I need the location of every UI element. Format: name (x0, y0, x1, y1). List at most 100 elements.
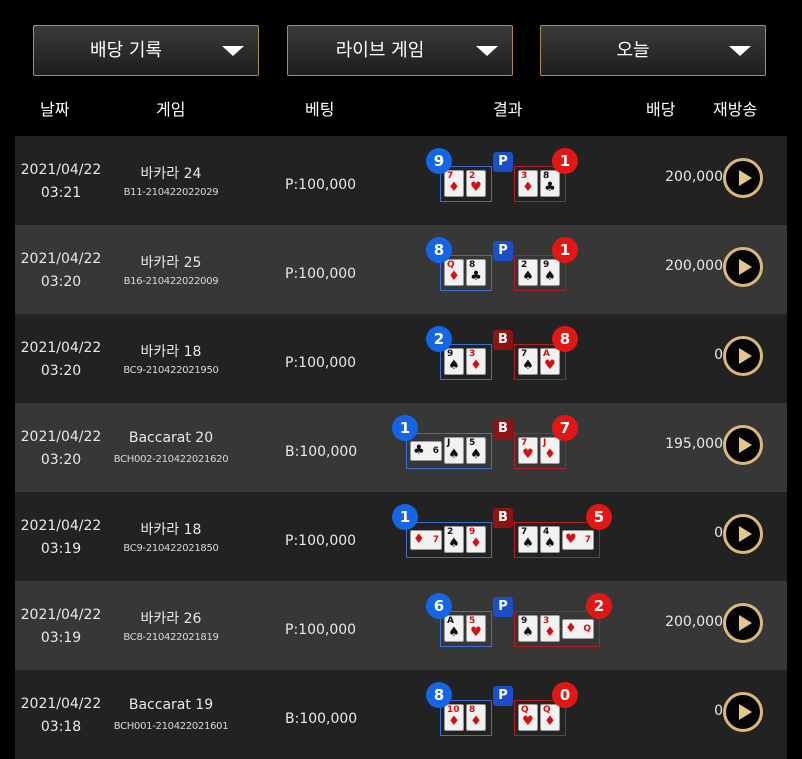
card-suit-icon: ♦ (544, 625, 556, 640)
replay-button[interactable] (723, 514, 763, 554)
round-result: 6 ♣ J ♠ 5 ♠ 7 ♥ J ♦ 1 7 B (392, 403, 620, 492)
replay-button[interactable] (723, 425, 763, 465)
player-hand: Q ♦ 8 ♣ (440, 255, 492, 291)
row-game-name: 바카라 18 (140, 344, 202, 360)
row-date: 2021/04/22 (20, 696, 102, 712)
row-round-code: B16-210422022009 (123, 276, 219, 287)
replay-button[interactable] (723, 336, 763, 376)
replay-button[interactable] (723, 247, 763, 287)
card-suit-icon: ♠ (544, 269, 556, 284)
row-round-code: BC9-210422021950 (123, 365, 219, 376)
play-icon (739, 259, 752, 275)
card-suit-icon: ♠ (544, 536, 556, 551)
card-suit-icon: ♠ (522, 536, 534, 551)
card-suit-icon: ♥ (470, 625, 482, 640)
round-result: Q ♦ 8 ♣ 2 ♠ 9 ♠ 8 1 P (400, 225, 620, 314)
banker-card: 2 ♠ (518, 259, 538, 286)
history-type-label: 배당 기록 (90, 40, 162, 61)
row-payout: 200,000 (665, 614, 723, 630)
play-icon (739, 348, 752, 364)
card-suit-icon: ♠ (522, 269, 534, 284)
column-header-bet: 베팅 (305, 100, 335, 119)
row-date: 2021/04/22 (20, 607, 102, 623)
play-icon (739, 526, 752, 542)
card-suit-icon: ♣ (413, 443, 425, 458)
round-result: 9 ♠ 3 ♦ 7 ♠ A ♥ 2 8 B (400, 314, 620, 403)
player-card: 9 ♦ (466, 526, 486, 553)
row-game-name: 바카라 18 (140, 522, 202, 538)
card-suit-icon: ♥ (470, 180, 482, 195)
player-score-badge: 2 (426, 326, 452, 352)
play-icon (739, 437, 752, 453)
card-suit-icon: ♠ (522, 625, 534, 640)
row-bet-amount: P:100,000 (285, 533, 357, 549)
banker-third-card: 7 ♥ (562, 530, 594, 550)
player-card: Q ♦ (444, 259, 464, 286)
banker-card: A ♥ (540, 348, 560, 375)
replay-button[interactable] (723, 158, 763, 198)
table-row: 2021/04/22 03:19 바카라 18 BC9-210422021850 P:1… (15, 492, 787, 581)
replay-button[interactable] (723, 692, 763, 732)
card-suit-icon: ♦ (470, 358, 482, 373)
row-bet-amount: P:100,000 (285, 266, 357, 282)
banker-card: 9 ♠ (518, 615, 538, 642)
card-suit-icon: ♠ (470, 447, 482, 462)
row-payout: 0 (714, 347, 723, 363)
card-suit-icon: ♦ (448, 269, 460, 284)
table-header: 날짜 게임 베팅 결과 배당 재방송 (0, 96, 802, 126)
replay-button[interactable] (723, 603, 763, 643)
card-suit-icon: ♣ (470, 269, 482, 284)
round-result: 7 ♦ 2 ♠ 9 ♦ 7 ♠ 4 ♠ 7 ♥ 1 5 B (392, 492, 620, 581)
card-suit-icon: ♦ (544, 714, 556, 729)
caret-down-icon (222, 46, 244, 56)
player-hand: 9 ♠ 3 ♦ (440, 344, 492, 380)
column-header-game: 게임 (156, 100, 186, 119)
row-time: 03:20 (40, 274, 82, 290)
player-score-badge: 6 (426, 593, 452, 619)
table-row: 2021/04/22 03:19 바카라 26 BC8-210422021819 P:1… (15, 581, 787, 670)
date-range-dropdown[interactable]: 오늘 (540, 25, 766, 76)
card-rank: 7 (432, 535, 439, 545)
player-card: 8 ♦ (466, 704, 486, 731)
row-round-code: BCH001-210422021601 (113, 721, 229, 732)
row-game-name: Baccarat 20 (128, 430, 214, 446)
row-date: 2021/04/22 (20, 340, 102, 356)
banker-card: 8 ♣ (540, 170, 560, 197)
row-payout: 195,000 (665, 436, 723, 452)
player-score-badge: 1 (392, 415, 418, 441)
player-card: J ♠ (444, 437, 464, 464)
winner-badge: P (493, 152, 513, 172)
table-row: 2021/04/22 03:20 Baccarat 20 BCH002-2104220… (15, 403, 787, 492)
card-suit-icon: ♠ (448, 358, 460, 373)
banker-card: Q ♥ (518, 704, 538, 731)
row-date: 2021/04/22 (20, 251, 102, 267)
card-suit-icon: ♠ (448, 625, 460, 640)
player-card: A ♠ (444, 615, 464, 642)
player-third-card: 6 ♣ (410, 441, 442, 461)
column-header-result: 결과 (493, 100, 523, 119)
card-suit-icon: ♦ (470, 714, 482, 729)
card-suit-icon: ♦ (448, 180, 460, 195)
row-round-code: BC9-210422021850 (123, 543, 219, 554)
row-time: 03:20 (40, 363, 82, 379)
card-rank: 6 (432, 446, 439, 456)
banker-score-badge: 5 (586, 504, 612, 530)
banker-card: 9 ♠ (540, 259, 560, 286)
player-score-badge: 8 (426, 237, 452, 263)
row-game-name: 바카라 25 (140, 255, 202, 271)
history-type-dropdown[interactable]: 배당 기록 (33, 25, 259, 76)
column-header-payout: 배당 (646, 100, 676, 119)
winner-badge: B (493, 508, 513, 528)
row-time: 03:20 (40, 452, 82, 468)
column-header-date: 날짜 (40, 100, 70, 119)
winner-badge: B (493, 330, 513, 350)
banker-score-badge: 0 (552, 682, 578, 708)
row-bet-amount: B:100,000 (285, 711, 358, 727)
game-type-dropdown[interactable]: 라이브 게임 (287, 25, 513, 76)
player-card: 8 ♣ (466, 259, 486, 286)
bet-history-list: 2021/04/22 03:21 바카라 24 B11-210422022029 P:1… (15, 136, 787, 759)
round-result: A ♠ 5 ♥ 9 ♠ 3 ♦ Q ♦ 6 2 P (400, 581, 620, 670)
banker-card: 4 ♠ (540, 526, 560, 553)
banker-card: 7 ♠ (518, 348, 538, 375)
row-date: 2021/04/22 (20, 518, 102, 534)
